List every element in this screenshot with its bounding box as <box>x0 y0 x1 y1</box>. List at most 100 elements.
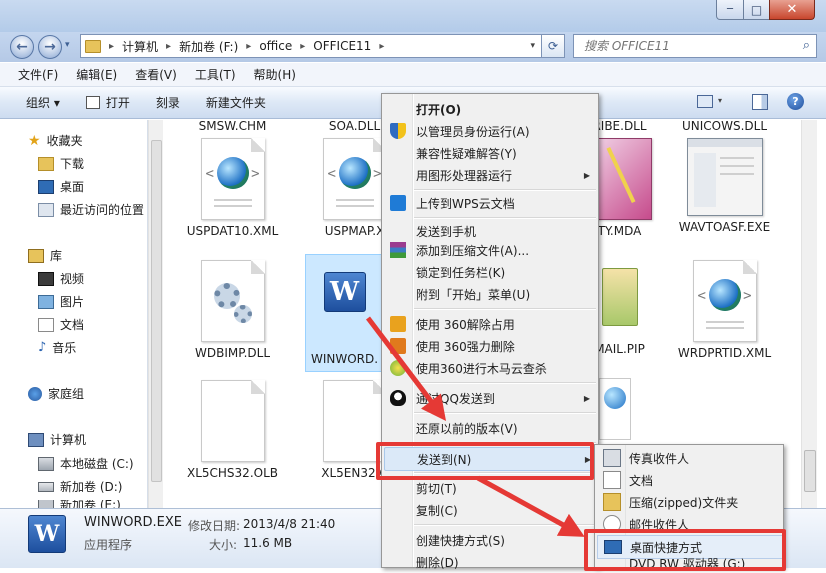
address-bar[interactable]: ▸ 计算机 ▸ 新加卷 (F:) ▸ office ▸ OFFICE11 ▸ ▾ <box>80 34 542 58</box>
new-folder-button[interactable]: 新建文件夹 <box>206 94 266 111</box>
sidebar-item-favorites[interactable]: ★ 收藏夹 <box>28 132 83 149</box>
file-list-scroll-thumb[interactable] <box>804 450 816 492</box>
star-icon: ★ <box>28 132 41 149</box>
details-size-value: 11.6 MB <box>243 536 293 550</box>
menu-item-send-via-qq[interactable]: 通过QQ发送到 ▶ <box>384 387 598 409</box>
maximize-button[interactable]: □ <box>743 0 770 20</box>
sidebar-label: 最近访问的位置 <box>60 203 145 217</box>
sidebar-item-computer[interactable]: 计算机 <box>28 431 86 448</box>
file-item[interactable]: < > WRDPRTID.XML <box>667 260 782 360</box>
details-file-type: 应用程序 <box>84 538 133 552</box>
menu-item-create-shortcut[interactable]: 创建快捷方式(S) <box>384 529 598 551</box>
open-button[interactable]: 打开 <box>85 94 130 111</box>
sidebar-item-local-c[interactable]: 本地磁盘 (C:) <box>38 455 134 472</box>
search-input[interactable] <box>582 38 776 54</box>
sendto-fax[interactable]: 传真收件人 <box>597 447 783 469</box>
breadcrumb-computer[interactable]: 计算机 <box>122 38 158 55</box>
file-item[interactable]: WAVTOASF.EXE <box>667 138 782 234</box>
file-name: SMSW.CHM <box>198 120 267 133</box>
menu-item-pin-taskbar[interactable]: 锁定到任务栏(K) <box>384 261 598 283</box>
application-window-icon <box>686 138 763 216</box>
menu-item-delete[interactable]: 删除(D) <box>384 551 598 573</box>
file-name: WDBIMP.DLL <box>194 346 271 360</box>
sidebar-item-vol-e[interactable]: 新加卷 (E:) <box>38 500 121 508</box>
view-dropdown-icon[interactable]: ▾ <box>718 96 722 105</box>
history-dropdown-icon[interactable]: ▾ <box>65 40 70 50</box>
menu-item-label: 使用 360解除占用 <box>416 317 515 332</box>
menu-file[interactable]: 文件(F) <box>18 66 58 83</box>
close-button[interactable]: ✕ <box>769 0 815 20</box>
back-button[interactable]: ← <box>10 35 34 59</box>
sidebar-item-homegroup[interactable]: 家庭组 <box>28 385 84 402</box>
computer-icon <box>28 432 44 447</box>
menu-item-360-delete[interactable]: 使用 360强力删除 <box>384 335 598 357</box>
forward-button[interactable]: → <box>38 35 62 59</box>
file-item[interactable]: < > USPDAT10.XML <box>175 138 290 238</box>
sidebar-label: 文档 <box>60 318 85 332</box>
menu-item-label: 添加到压缩文件(A)... <box>416 243 530 258</box>
menu-item-run-as-admin[interactable]: 以管理员身份运行(A) <box>384 120 598 142</box>
menu-item-upload-wps[interactable]: 上传到WPS云文档 <box>384 192 598 214</box>
burn-button[interactable]: 刻录 <box>156 94 180 111</box>
file-list-scrollbar[interactable] <box>801 120 817 508</box>
menu-item-run-with-gpu[interactable]: 用图形处理器运行 ▶ <box>384 164 598 186</box>
breadcrumb-separator: ▸ <box>166 40 172 52</box>
menu-item-compatibility[interactable]: 兼容性疑难解答(Y) <box>384 142 598 164</box>
menu-item-copy[interactable]: 复制(C) <box>384 499 598 521</box>
file-item[interactable]: UNICOWS.DLL <box>667 120 782 133</box>
menu-view[interactable]: 查看(V) <box>135 66 177 83</box>
context-menu: 打开(O) 以管理员身份运行(A) 兼容性疑难解答(Y) 用图形处理器运行 ▶ 上… <box>381 93 600 570</box>
organize-button[interactable]: 组织 ▾ <box>26 94 60 111</box>
breadcrumb-office11[interactable]: OFFICE11 <box>313 39 371 53</box>
file-item[interactable]: WDBIMP.DLL <box>175 260 290 360</box>
sidebar-item-videos[interactable]: 视频 <box>38 270 84 287</box>
menu-item-open[interactable]: 打开(O) <box>384 98 598 120</box>
address-dropdown-icon[interactable]: ▾ <box>530 41 535 51</box>
menu-item-label: 通过QQ发送到 <box>416 391 495 406</box>
sidebar-item-downloads[interactable]: 下载 <box>38 155 84 172</box>
menu-tools[interactable]: 工具(T) <box>195 66 236 83</box>
file-item[interactable]: SMSW.CHM <box>175 120 290 133</box>
wps-cloud-icon <box>390 195 406 211</box>
preview-pane-icon[interactable] <box>752 94 768 110</box>
sidebar-label: 图片 <box>60 295 85 309</box>
menu-edit[interactable]: 编辑(E) <box>76 66 117 83</box>
library-icon <box>28 248 44 263</box>
sidebar-label: 桌面 <box>60 180 85 194</box>
menu-help[interactable]: 帮助(H) <box>254 66 296 83</box>
file-item[interactable]: XL5CHS32.OLB <box>175 380 290 480</box>
sidebar-item-vol-d[interactable]: 新加卷 (D:) <box>38 478 122 495</box>
menu-item-add-to-archive[interactable]: 添加到压缩文件(A)... <box>384 239 598 261</box>
xml-file-icon: < > <box>692 260 757 342</box>
sidebar-item-pictures[interactable]: 图片 <box>38 293 84 310</box>
sidebar-item-recent[interactable]: 最近访问的位置 <box>38 201 144 218</box>
breadcrumb-office[interactable]: office <box>259 39 292 53</box>
video-icon <box>38 271 54 286</box>
sendto-documents[interactable]: 文档 <box>597 469 783 491</box>
recent-places-icon <box>38 202 54 217</box>
sidebar-item-libraries[interactable]: 库 <box>28 247 62 264</box>
qq-penguin-icon <box>390 390 406 406</box>
minimize-button[interactable]: ─ <box>716 0 744 20</box>
view-options-icon[interactable] <box>697 95 713 108</box>
menu-item-360-scan[interactable]: 使用360进行木马云查杀 <box>384 357 598 379</box>
menu-item-360-unlock[interactable]: 使用 360解除占用 <box>384 313 598 335</box>
file-name: WAVTOASF.EXE <box>678 220 771 234</box>
sendto-zip-folder[interactable]: 压缩(zipped)文件夹 <box>597 491 783 513</box>
menu-item-pin-start[interactable]: 附到「开始」菜单(U) <box>384 283 598 305</box>
sidebar-scroll-thumb[interactable] <box>151 140 162 482</box>
breadcrumb-separator: ▸ <box>300 40 306 52</box>
maximize-icon: □ <box>750 2 763 17</box>
breadcrumb-volume-f[interactable]: 新加卷 (F:) <box>179 38 238 55</box>
sidebar-item-music[interactable]: ♪ 音乐 <box>38 339 76 356</box>
zip-folder-icon <box>603 493 621 511</box>
menu-item-cut[interactable]: 剪切(T) <box>384 477 598 499</box>
sidebar-item-documents[interactable]: 文档 <box>38 316 84 333</box>
360-delete-icon <box>390 338 406 354</box>
sidebar-scrollbar[interactable] <box>148 120 163 508</box>
refresh-button[interactable]: ⟳ <box>541 34 565 58</box>
menu-item-restore-versions[interactable]: 还原以前的版本(V) <box>384 417 598 439</box>
search-box[interactable]: ⌕ <box>573 34 817 58</box>
sidebar-item-desktop[interactable]: 桌面 <box>38 178 84 195</box>
help-icon[interactable]: ? <box>787 93 804 110</box>
